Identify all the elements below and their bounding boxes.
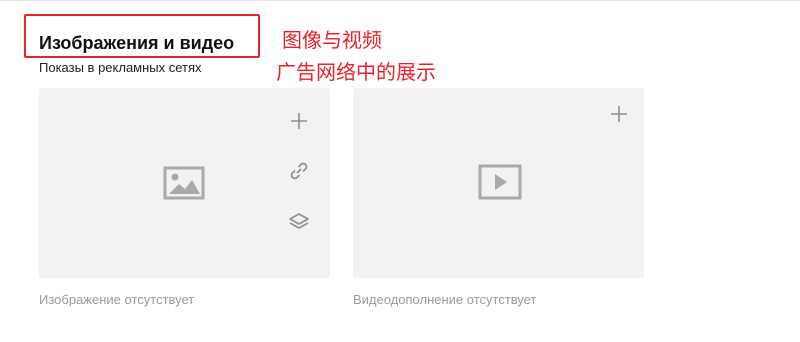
image-card[interactable] — [39, 88, 330, 278]
link-icon — [290, 162, 308, 180]
add-image-by-link-button[interactable] — [287, 159, 311, 183]
image-missing-caption: Изображение отсутствует — [39, 292, 195, 307]
section-subtitle: Показы в рекламных сетях — [39, 60, 202, 75]
plus-icon — [611, 106, 627, 122]
select-from-gallery-button[interactable] — [287, 210, 311, 234]
add-video-button[interactable] — [607, 102, 631, 126]
video-icon — [478, 164, 522, 205]
video-missing-caption: Видеодополнение отсутствует — [353, 292, 537, 307]
annotation-text-subtitle: 广告网络中的展示 — [276, 60, 436, 84]
add-image-button[interactable] — [287, 109, 311, 133]
video-card[interactable] — [353, 88, 644, 278]
layers-icon — [289, 213, 309, 229]
image-icon — [163, 166, 205, 205]
section-title: Изображения и видео — [39, 33, 235, 53]
annotation-text-title: 图像与视频 — [282, 28, 382, 52]
plus-icon — [291, 113, 307, 129]
top-divider — [0, 0, 800, 1]
